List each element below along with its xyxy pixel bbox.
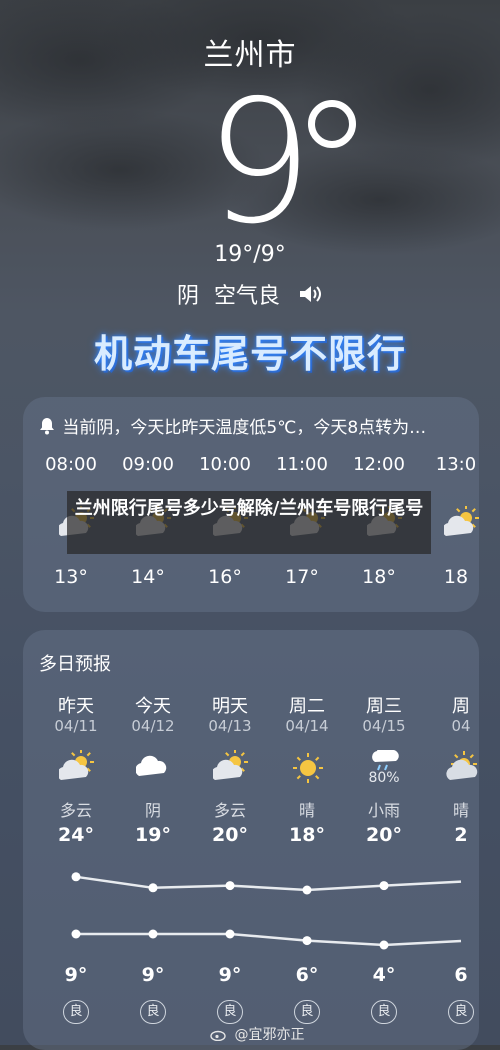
hour-temperature: 13°: [54, 566, 88, 588]
hour-temperature: 14°: [131, 566, 165, 588]
low-temperature-point: [379, 940, 389, 950]
high-temperature-point: [71, 872, 81, 882]
hour-temperature: 18: [443, 566, 469, 588]
low-temperature-point: [71, 929, 81, 939]
overlay-caption: 兰州限行尾号多少号解除/兰州车号限行尾号: [67, 491, 431, 554]
high-low-temperature: 19°/9°: [214, 242, 286, 267]
watermark-text: @宜邪亦正: [234, 1027, 305, 1043]
low-temperature-point: [148, 929, 158, 939]
high-temperature-point: [225, 881, 235, 891]
hour-time: 09:00: [122, 454, 174, 475]
hour-temperature: 17°: [285, 566, 319, 588]
weather-alert[interactable]: 当前阴，今天比昨天温度低5℃，今天8点转为…: [39, 413, 426, 440]
hour-time: 12:00: [353, 454, 405, 475]
hour-temperature: 18°: [362, 566, 396, 588]
hour-time: 11:00: [276, 454, 328, 475]
low-temperature-point: [225, 929, 235, 939]
speaker-icon[interactable]: [297, 284, 323, 310]
multi-day-forecast-card[interactable]: 多日预报 昨天 04/11 多云 24° 9° 良今天 04/12 阴 19° 9° 良明天 04/1…: [23, 630, 479, 1050]
low-temperature-point: [302, 936, 312, 946]
partly-cloudy-icon: [442, 505, 479, 546]
alert-text: 当前阴，今天比昨天温度低5℃，今天8点转为…: [62, 418, 427, 438]
hour-time: 08:00: [45, 454, 97, 475]
low-temperature-line: [76, 932, 462, 947]
hour-temperature: 16°: [208, 566, 242, 588]
aqi-text[interactable]: 空气良: [214, 284, 280, 309]
hour-time: 13:0: [435, 454, 477, 475]
high-temperature-point: [302, 885, 312, 895]
condition-line: 阴 空气良: [0, 278, 500, 310]
condition-text: 阴: [176, 284, 199, 309]
high-temperature-point: [148, 883, 158, 893]
temperature-trend-chart: [71, 872, 462, 950]
degree-symbol: [308, 100, 356, 148]
traffic-restriction-headline: 机动车尾号不限行: [93, 332, 406, 376]
current-temperature: 9: [205, 64, 314, 262]
high-temperature-point: [379, 881, 389, 891]
hour-time: 10:00: [199, 454, 251, 475]
weibo-logo-icon: [210, 1029, 228, 1042]
watermark: @宜邪亦正: [210, 1024, 304, 1044]
bell-icon: [39, 417, 57, 440]
high-temperature-line: [75, 875, 462, 892]
